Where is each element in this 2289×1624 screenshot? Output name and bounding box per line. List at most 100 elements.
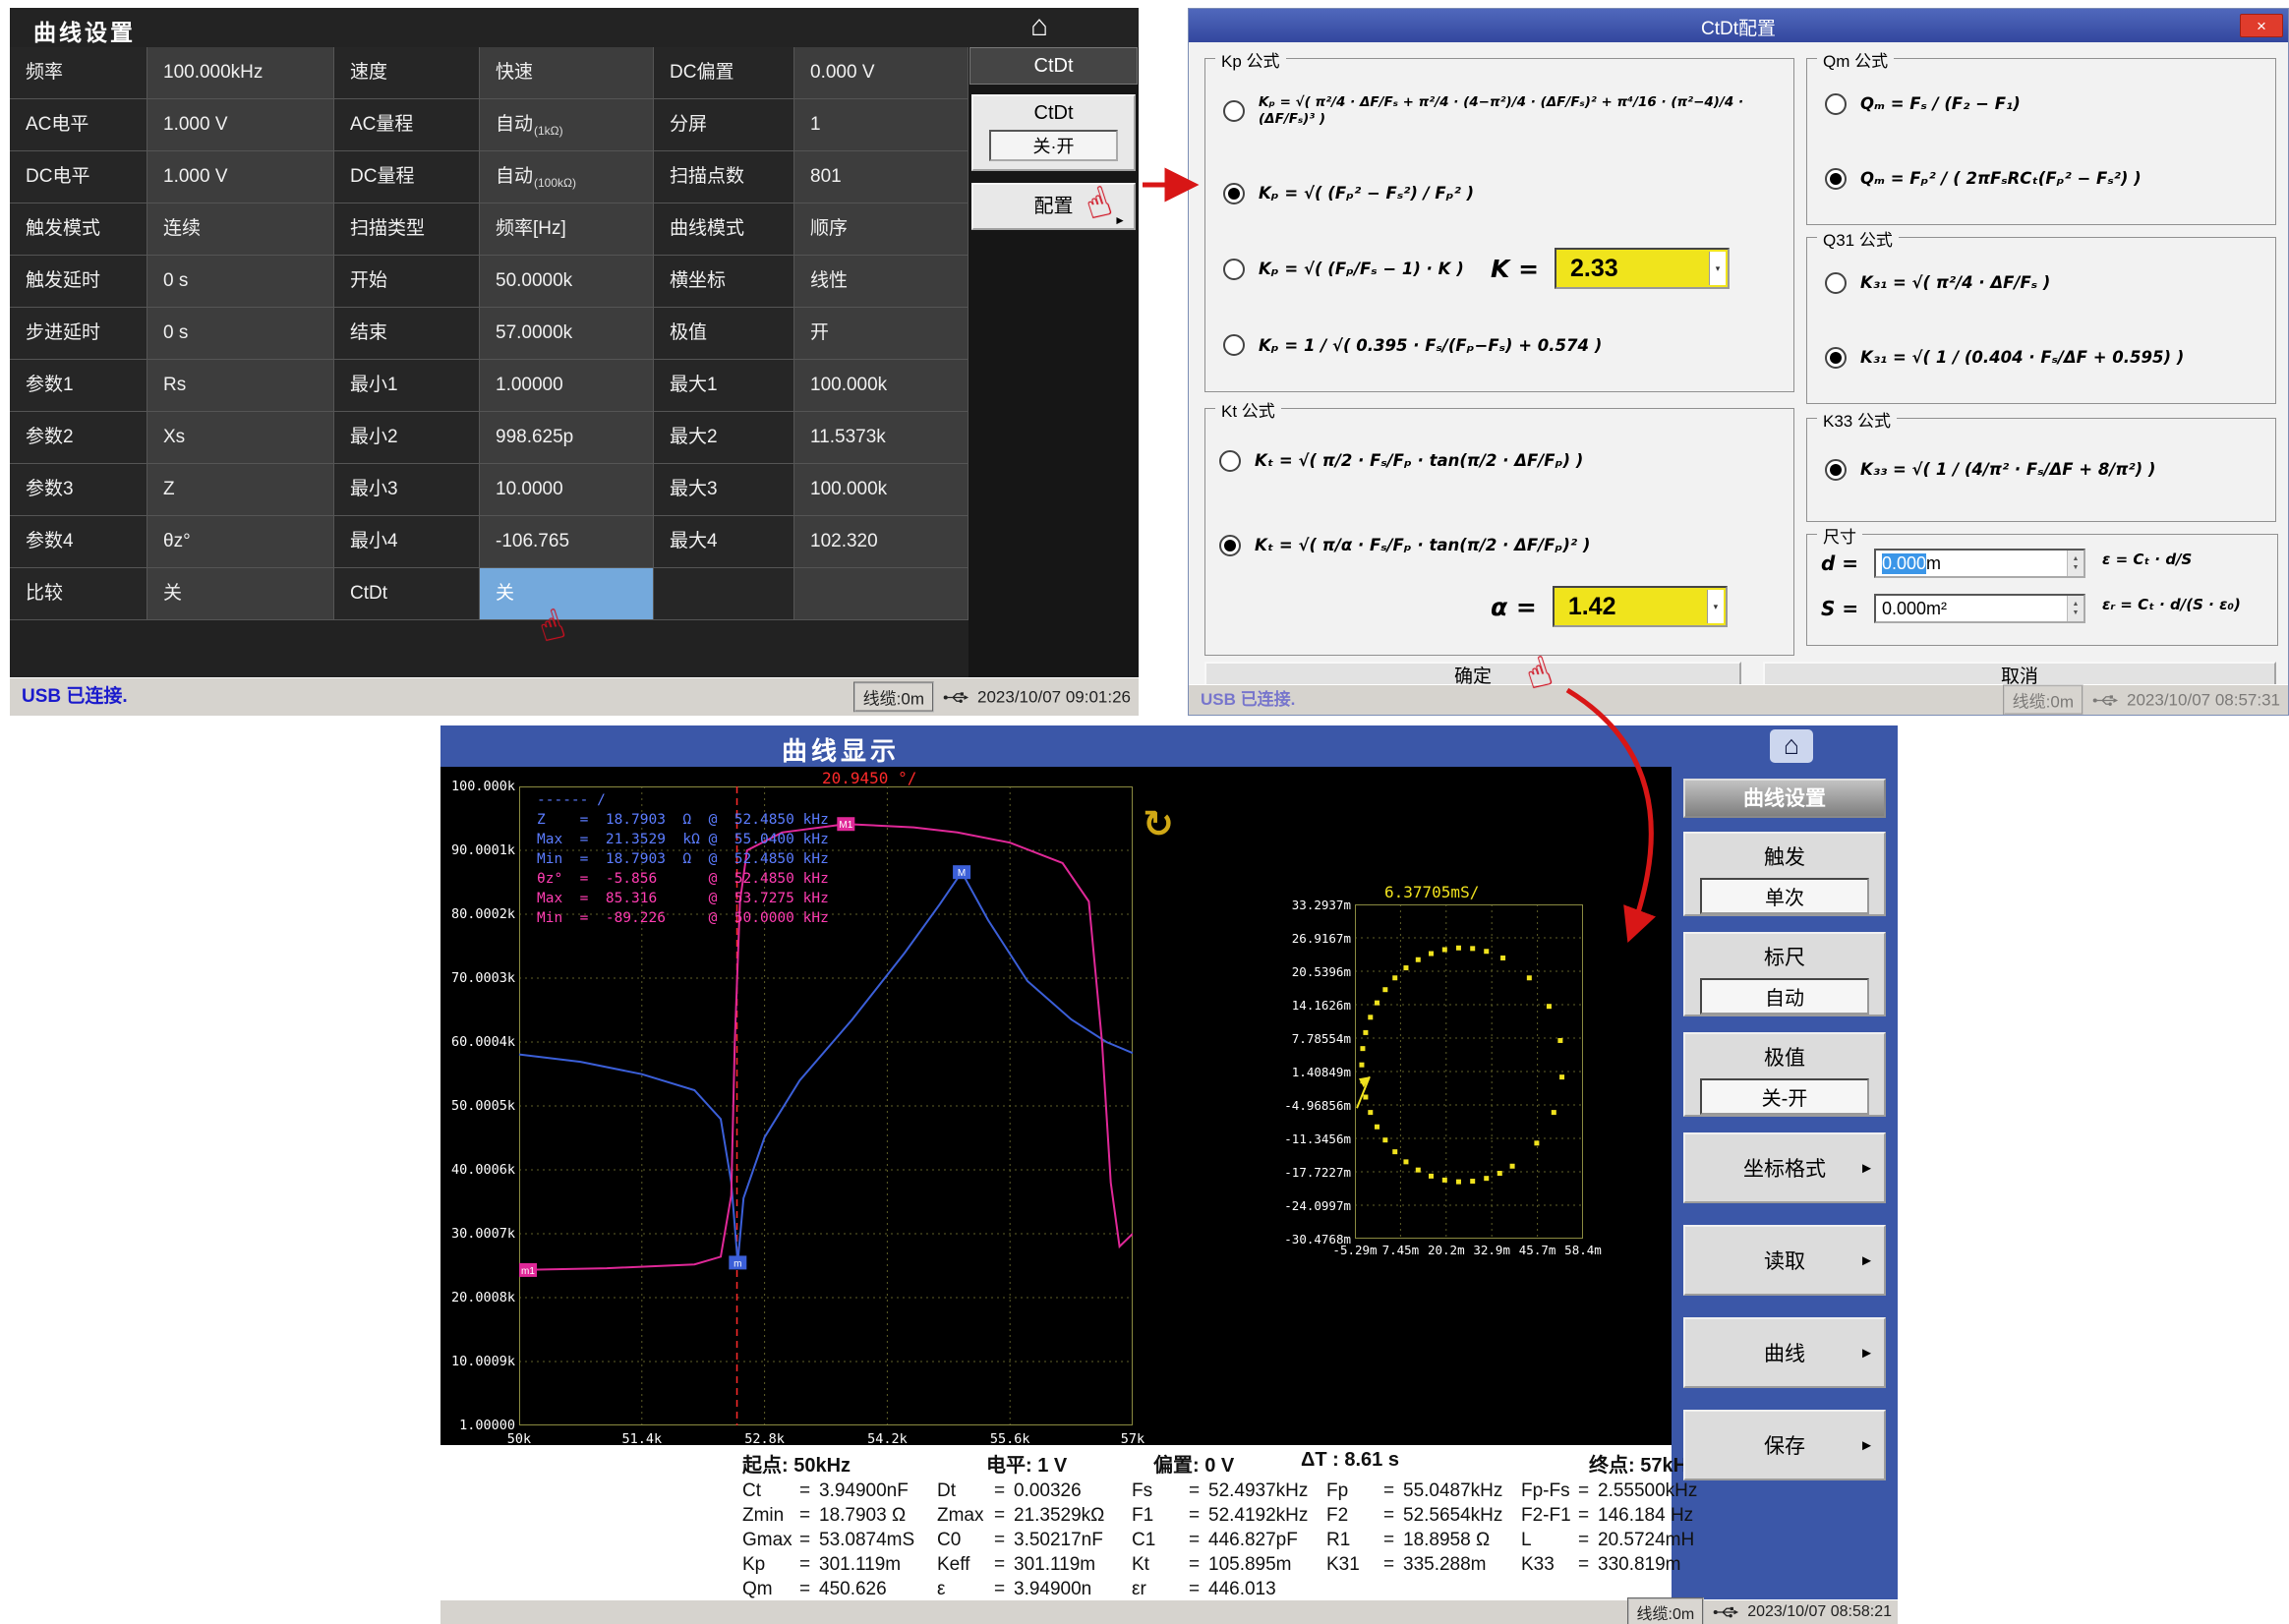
setting-value[interactable]: 0 s	[147, 256, 334, 308]
radio-button[interactable]	[1825, 93, 1847, 115]
legend-line: Max = 21.3529 kΩ @ 55.0400 kHz	[537, 830, 829, 849]
spinner[interactable]: ▲▼	[2067, 596, 2084, 621]
d-value-selected: 0.000	[1882, 553, 1926, 574]
d-input[interactable]: 0.000m ▲▼	[1874, 549, 2085, 578]
formula-option[interactable]: Kₜ = √( π/2 · Fₛ/Fₚ · tan(π/2 · ΔF/Fₚ) )	[1205, 419, 1793, 503]
setting-value[interactable]: 801	[794, 151, 968, 203]
status-bar: USB 已连接. 线缆:0m 2023/10/07 09:01:26	[10, 677, 1139, 716]
y-tick-label: 20.0008k	[442, 1290, 515, 1305]
spin-down-icon[interactable]: ▼	[2073, 609, 2080, 616]
radio-button[interactable]	[1825, 347, 1847, 369]
radio-button[interactable]	[1825, 168, 1847, 190]
refresh-icon[interactable]: ↻	[1143, 802, 1174, 846]
setting-value[interactable]: 100.000k	[794, 360, 968, 412]
setting-value[interactable]	[794, 568, 968, 620]
sidebar-menu[interactable]: 曲线►	[1683, 1317, 1886, 1388]
radio-button[interactable]	[1825, 272, 1847, 294]
setting-value[interactable]: 1	[794, 99, 968, 151]
formula-option[interactable]: Qₘ = Fₚ² / ( 2πFₛRCₜ(Fₚ² − Fₛ²) )	[1811, 166, 2271, 192]
sidebar-menu[interactable]: 读取►	[1683, 1225, 1886, 1296]
formula-option[interactable]: K₃₁ = √( π²/4 · ΔF/Fₛ )	[1811, 270, 2271, 296]
setting-value[interactable]: 100.000k	[794, 464, 968, 516]
setting-value[interactable]: 关	[147, 568, 334, 620]
dropdown-arrow-icon[interactable]: ▾	[1707, 590, 1724, 623]
setting-value[interactable]: 关	[480, 568, 654, 620]
setting-value[interactable]: 1.00000	[480, 360, 654, 412]
formula-option[interactable]: Kₚ = √( (Fₚ² − Fₛ²) / Fₚ² )	[1209, 181, 1790, 206]
toggle-value[interactable]: 关-开	[1700, 1078, 1869, 1115]
radio-button[interactable]	[1219, 450, 1241, 472]
display-title-bar: 曲线显示 ⌂	[440, 725, 1898, 767]
formula-option[interactable]: Kₜ = √( π/α · Fₛ/Fₚ · tan(π/2 · ΔF/Fₚ)² …	[1205, 503, 1793, 588]
ctdt-toggle-button[interactable]: CtDt 关·开	[971, 94, 1136, 171]
formula-option[interactable]: Kₚ = √( π²/4 · ΔF/Fₛ + π²/4 · (4−π²)/4 ·…	[1209, 92, 1790, 131]
setting-value[interactable]: Rs	[147, 360, 334, 412]
home-icon[interactable]: ⌂	[1030, 10, 1048, 43]
sidebar-header[interactable]: 曲线设置	[1683, 779, 1886, 818]
setting-label: AC电平	[10, 99, 147, 151]
toggle-value[interactable]: 自动	[1700, 978, 1869, 1015]
readout-item: K33=330.819m	[1521, 1554, 1681, 1576]
formula-option[interactable]: Kₚ = 1 / √( 0.395 · Fₛ/(Fₚ−Fₛ) + 0.574 )	[1209, 332, 1790, 358]
setting-value[interactable]: θz°	[147, 516, 334, 568]
setting-value[interactable]: Z	[147, 464, 334, 516]
sidebar-toggle[interactable]: 标尺自动	[1683, 932, 1886, 1016]
home-icon[interactable]: ⌂	[1770, 729, 1813, 763]
setting-value[interactable]: 频率[Hz]	[480, 203, 654, 256]
radio-button[interactable]	[1223, 334, 1245, 356]
setting-value[interactable]: 10.0000	[480, 464, 654, 516]
setting-value[interactable]: 100.000kHz	[147, 47, 334, 99]
setting-value[interactable]: Xs	[147, 412, 334, 464]
circle-y-tick: 20.5396m	[1270, 964, 1351, 979]
chart-legend: ------ /Z = 18.7903 Ω @ 52.4850 kHzMax =…	[537, 790, 829, 928]
k-select[interactable]: 2.33▾	[1555, 248, 1730, 289]
setting-value[interactable]: 连续	[147, 203, 334, 256]
setting-value[interactable]: 1.000 V	[147, 99, 334, 151]
setting-value[interactable]: 0 s	[147, 308, 334, 360]
formula-text: Kₚ = √( (Fₚ² − Fₛ²) / Fₚ² )	[1259, 183, 1474, 203]
formula-option[interactable]: K₃₃ = √( 1 / (4/π² · Fₛ/ΔF + 8/π²) )	[1811, 457, 2271, 483]
setting-value[interactable]: 1.000 V	[147, 151, 334, 203]
dropdown-arrow-icon[interactable]: ▾	[1709, 252, 1726, 285]
setting-value[interactable]: 线性	[794, 256, 968, 308]
radio-button[interactable]	[1223, 183, 1245, 204]
ctdt-toggle-value[interactable]: 关·开	[989, 130, 1118, 161]
setting-value[interactable]: 快速	[480, 47, 654, 99]
formula-option[interactable]: Qₘ = Fₛ / (F₂ − F₁)	[1811, 91, 2271, 117]
spin-up-icon[interactable]: ▲	[2073, 601, 2080, 608]
setting-value[interactable]: 998.625p	[480, 412, 654, 464]
setting-value[interactable]: 开	[794, 308, 968, 360]
setting-value[interactable]: 57.0000k	[480, 308, 654, 360]
formula-option[interactable]: K₃₁ = √( 1 / (0.404 · Fₛ/ΔF + 0.595) )	[1811, 345, 2271, 371]
toggle-value[interactable]: 单次	[1700, 878, 1869, 914]
setting-value[interactable]: 102.320	[794, 516, 968, 568]
setting-value[interactable]: 11.5373k	[794, 412, 968, 464]
spinner[interactable]: ▲▼	[2067, 551, 2084, 576]
setting-value[interactable]: 自动(1kΩ)	[480, 99, 654, 151]
setting-value[interactable]: 50.0000k	[480, 256, 654, 308]
spin-up-icon[interactable]: ▲	[2073, 555, 2080, 562]
close-button[interactable]: ×	[2240, 14, 2283, 37]
setting-label: 分屏	[654, 99, 794, 151]
setting-value[interactable]: 0.000 V	[794, 47, 968, 99]
legend-line: Z = 18.7903 Ω @ 52.4850 kHz	[537, 810, 829, 830]
admittance-circle-chart[interactable]	[1355, 904, 1583, 1239]
sidebar-toggle[interactable]: 极值关-开	[1683, 1032, 1886, 1117]
setting-value[interactable]: 顺序	[794, 203, 968, 256]
sidebar-tab-ctdt[interactable]: CtDt	[969, 47, 1138, 85]
readout-item: F1=52.4192kHz	[1132, 1505, 1308, 1527]
sidebar-toggle[interactable]: 触发单次	[1683, 832, 1886, 916]
setting-value[interactable]: 自动(100kΩ)	[480, 151, 654, 203]
spin-down-icon[interactable]: ▼	[2073, 564, 2080, 571]
setting-value[interactable]: -106.765	[480, 516, 654, 568]
sidebar-menu[interactable]: 保存►	[1683, 1410, 1886, 1480]
radio-button[interactable]	[1223, 100, 1245, 122]
timestamp: 2023/10/07 08:58:21	[1747, 1603, 1892, 1621]
s-input[interactable]: 0.000m² ▲▼	[1874, 594, 2085, 623]
radio-button[interactable]	[1825, 459, 1847, 481]
sidebar-menu[interactable]: 坐标格式►	[1683, 1132, 1886, 1203]
setting-label: 参数1	[10, 360, 147, 412]
radio-button[interactable]	[1219, 535, 1241, 556]
alpha-select[interactable]: 1.42▾	[1553, 586, 1728, 627]
radio-button[interactable]	[1223, 259, 1245, 280]
